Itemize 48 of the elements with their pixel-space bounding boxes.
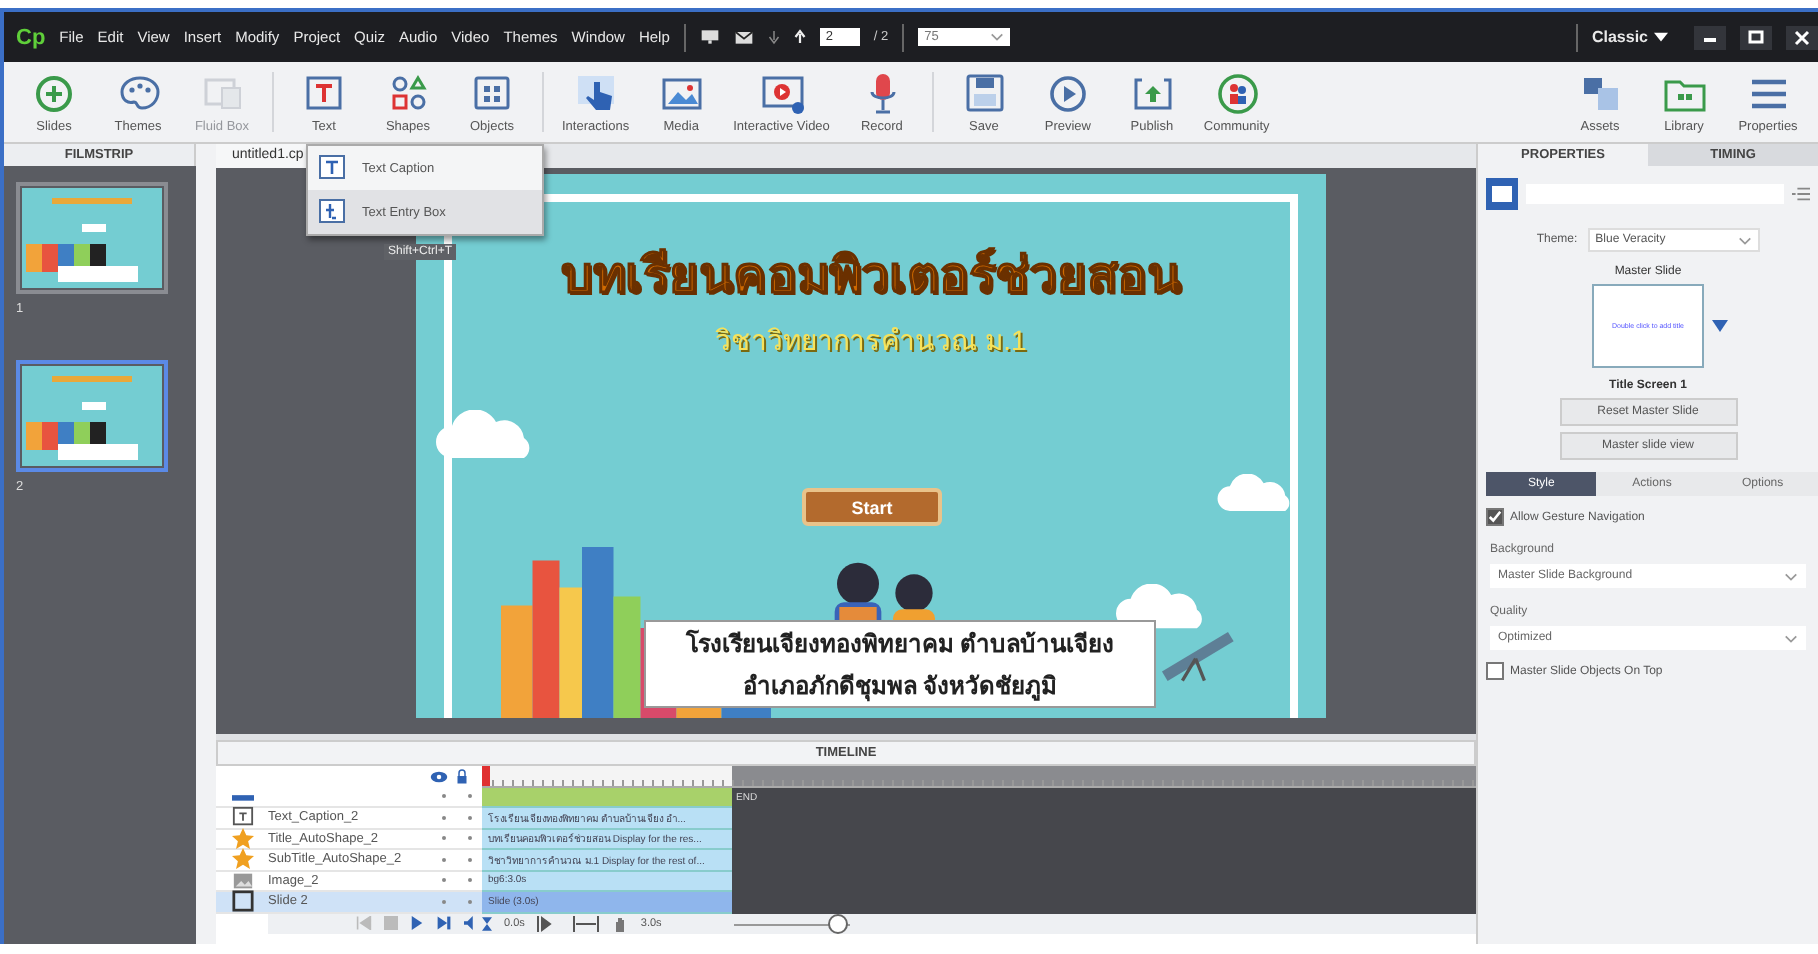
down-arrow-icon[interactable] (767, 28, 780, 46)
checkbox[interactable] (1486, 508, 1504, 526)
caption-icon (318, 154, 346, 182)
caret-icon (1654, 32, 1668, 42)
close-button[interactable] (1786, 25, 1818, 49)
zoom-slider[interactable] (733, 913, 850, 934)
dropdown-triangle-icon[interactable] (1712, 320, 1728, 332)
minimize-button[interactable] (1694, 25, 1726, 49)
star-icon (231, 848, 253, 871)
slide-icon (231, 890, 253, 913)
panel-menu-icon[interactable] (1792, 186, 1810, 202)
people-icon (1214, 70, 1259, 114)
save-icon (961, 70, 1006, 114)
slide-title: บทเรียนคอมพิวเตอร์ช่วยสอน (561, 245, 1181, 308)
slide-thumbnail[interactable] (16, 360, 168, 472)
text-entry-icon (318, 198, 346, 226)
play-icon[interactable] (410, 916, 424, 931)
hand-icon (612, 915, 629, 932)
star-icon (231, 827, 253, 850)
time-ruler[interactable] (482, 766, 732, 787)
close-icon (1792, 27, 1812, 47)
play-icon (1045, 70, 1090, 114)
slide-thumbnail[interactable] (16, 182, 168, 294)
lock-icon[interactable] (456, 768, 468, 785)
app-logo: Cp (16, 25, 46, 49)
caption-text: อำเภอภักดีชุมพล จังหวัดชัยภูมิ (742, 670, 1058, 704)
chevron-icon (1784, 633, 1798, 643)
checkbox[interactable] (1486, 662, 1504, 680)
caption-icon (231, 806, 253, 829)
eye-icon[interactable] (430, 769, 448, 784)
caption-text: โรงเรียนเจียงทองพิทยาคม ตำบลบ้านเจียง (685, 627, 1115, 662)
chevron-icon (990, 32, 1005, 42)
slide-icon (1486, 178, 1518, 210)
monitor-icon[interactable] (699, 28, 720, 46)
maximize-icon (1746, 27, 1766, 47)
add-slide-icon (32, 70, 76, 114)
chevron-icon (1784, 571, 1798, 581)
maximize-button[interactable] (1740, 25, 1772, 49)
speaker-icon[interactable] (464, 916, 478, 931)
workspace-dropdown[interactable]: Classic (1591, 28, 1668, 46)
fit-width-icon[interactable] (572, 915, 601, 932)
pointer-hand-icon (573, 70, 618, 114)
start-button[interactable]: Start (802, 488, 942, 526)
slide-subtitle: วิชาวิทยาการคำนวณ ม.1 (715, 322, 1027, 360)
up-arrow-icon[interactable] (793, 28, 806, 46)
mail-icon[interactable] (733, 28, 754, 46)
chevron-icon (1737, 235, 1752, 245)
skip-end-icon[interactable] (436, 916, 452, 931)
